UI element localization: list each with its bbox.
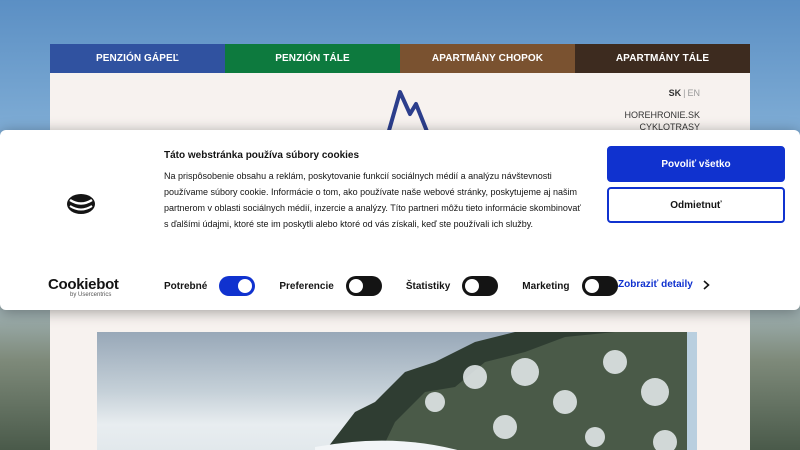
nav-tab-penzion-tale[interactable]: PENZIÓN TÁLE <box>225 44 400 73</box>
top-nav: PENZIÓN GÁPEĽ PENZIÓN TÁLE APARTMÁNY CHO… <box>50 44 750 73</box>
lang-en[interactable]: EN <box>687 88 700 98</box>
marketing-toggle[interactable] <box>581 276 618 296</box>
cookiebot-brand: Cookiebot by Usercentrics <box>48 277 128 299</box>
necessary-toggle[interactable] <box>219 276 256 296</box>
nav-tab-apartmany-tale[interactable]: APARTMÁNY TÁLE <box>575 44 750 73</box>
allow-all-button[interactable]: Povoliť všetko <box>607 146 785 182</box>
reject-button[interactable]: Odmietnuť <box>607 187 785 223</box>
lang-separator: | <box>683 88 686 98</box>
chevron-right-icon <box>703 279 710 290</box>
cookie-description: Na prispôsobenie obsahu a reklám, poskyt… <box>164 171 581 229</box>
hero-photo <box>97 332 695 450</box>
lang-sk[interactable]: SK <box>669 88 682 98</box>
cookie-title: Táto webstránka používa súbory cookies <box>164 150 360 161</box>
toggle-knob <box>348 279 363 293</box>
toggle-group-preferences: Preferencie <box>279 276 382 296</box>
toggle-label-preferences: Preferencie <box>279 280 334 292</box>
consent-toggles: Potrebné Preferencie Štatistiky Marketin… <box>164 276 642 296</box>
cookiebot-by-text: by Usercentrics <box>70 292 112 298</box>
mountain-logo-icon[interactable] <box>384 86 432 136</box>
toggle-knob <box>584 279 599 293</box>
toggle-group-marketing: Marketing <box>522 276 618 296</box>
cookie-consent-banner: Cookiebot by Usercentrics Táto webstránk… <box>0 130 800 310</box>
toggle-knob <box>465 279 480 293</box>
toggle-label-marketing: Marketing <box>522 280 570 292</box>
toggle-label-statistics: Štatistiky <box>405 280 451 292</box>
toggle-group-necessary: Potrebné <box>164 276 256 296</box>
cookiebot-shield-icon <box>67 194 95 214</box>
language-switcher: SK | EN <box>669 88 700 98</box>
show-details-label: Zobraziť detaily <box>618 279 693 290</box>
photo-edge <box>687 332 697 450</box>
toggle-label-necessary: Potrebné <box>164 280 208 292</box>
preferences-toggle[interactable] <box>345 276 382 296</box>
show-details-link[interactable]: Zobraziť detaily <box>618 279 710 290</box>
nav-tab-penzion-gapel[interactable]: PENZIÓN GÁPEĽ <box>50 44 225 73</box>
statistics-toggle[interactable] <box>462 276 499 296</box>
cookiebot-logo-text: Cookiebot <box>48 276 119 293</box>
nav-tab-apartmany-chopok[interactable]: APARTMÁNY CHOPOK <box>400 44 575 73</box>
link-horehronie[interactable]: HOREHRONIE.SK <box>624 109 700 121</box>
toggle-group-statistics: Štatistiky <box>405 276 499 296</box>
toggle-knob <box>238 279 253 293</box>
